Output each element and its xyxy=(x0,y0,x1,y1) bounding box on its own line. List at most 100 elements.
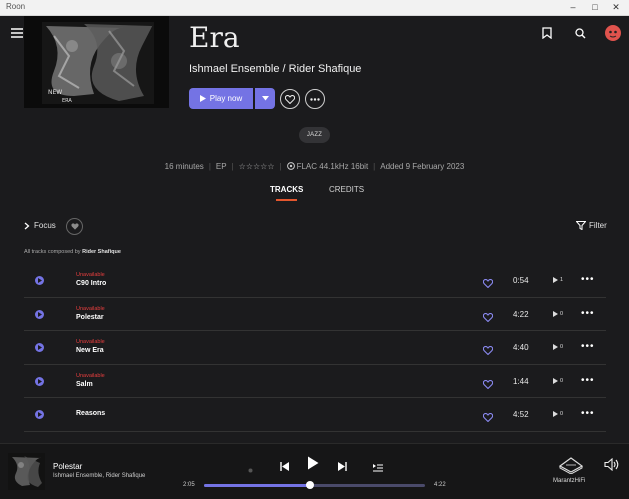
track-play-icon[interactable] xyxy=(35,410,44,419)
track-name[interactable]: Polestar xyxy=(76,314,104,321)
rating-stars[interactable]: ☆☆☆☆☆ xyxy=(239,162,275,171)
play-count-value: 1 xyxy=(560,277,564,283)
now-playing-bar: Polestar Ishmael Ensemble, Rider Shafiqu… xyxy=(0,443,629,499)
track-play-count: 0 xyxy=(553,377,564,384)
filter-label: Filter xyxy=(589,221,607,230)
track-more-icon[interactable]: ••• xyxy=(581,408,595,419)
window-title: Roon xyxy=(6,2,26,11)
play-count-value: 0 xyxy=(560,411,564,417)
favorite-button[interactable] xyxy=(280,89,300,109)
track-name[interactable]: C90 Intro xyxy=(76,280,106,287)
track-play-count: 1 xyxy=(553,277,563,283)
next-track-icon[interactable] xyxy=(338,458,347,476)
filter-icon xyxy=(576,221,586,230)
composed-prefix: All tracks composed by xyxy=(24,249,81,255)
focus-label: Focus xyxy=(34,221,56,230)
focus-favorites-button[interactable] xyxy=(66,218,83,235)
seek-bar[interactable] xyxy=(204,481,425,489)
chevron-right-icon xyxy=(24,222,30,229)
track-heart-icon[interactable] xyxy=(482,409,494,427)
search-icon[interactable] xyxy=(571,24,589,42)
play-options-dropdown[interactable] xyxy=(255,88,275,109)
minimize-icon[interactable]: – xyxy=(566,1,580,14)
ellipsis-icon xyxy=(310,97,320,101)
profile-avatar[interactable] xyxy=(604,24,622,42)
close-icon[interactable]: ✕ xyxy=(609,1,623,14)
play-count-value: 0 xyxy=(560,377,564,384)
now-playing-artist[interactable]: Ishmael Ensemble, Rider Shafique xyxy=(53,473,145,479)
track-play-count: 0 xyxy=(553,411,563,417)
track-heart-icon[interactable] xyxy=(482,275,494,293)
more-options-button[interactable] xyxy=(305,89,325,109)
track-row[interactable]: Unavailable Salm 1:44 0 ••• xyxy=(24,365,606,398)
tab-credits[interactable]: CREDITS xyxy=(329,185,364,194)
signal-path-icon[interactable] xyxy=(286,162,295,172)
track-status: Unavailable xyxy=(76,305,105,312)
current-time: 2:05 xyxy=(183,482,195,488)
seek-bar-progress xyxy=(204,484,311,487)
track-play-icon[interactable] xyxy=(35,276,44,285)
track-duration: 4:40 xyxy=(513,343,529,352)
play-now-button[interactable]: Play now xyxy=(189,88,253,109)
track-more-icon[interactable]: ••• xyxy=(581,341,595,352)
focus-button[interactable]: Focus xyxy=(24,221,56,230)
play-count-value: 0 xyxy=(560,310,564,317)
track-more-icon[interactable]: ••• xyxy=(581,375,595,386)
album-meta: 16 minutes | EP | ☆☆☆☆☆ | FLAC 44.1kHz 16bit | A… xyxy=(164,162,465,172)
composer-name[interactable]: Rider Shafique xyxy=(82,249,121,255)
track-play-count: 0 xyxy=(553,310,564,317)
track-status: Unavailable xyxy=(76,272,105,278)
volume-icon[interactable] xyxy=(604,457,619,476)
track-play-icon[interactable] xyxy=(35,309,44,319)
play-count-icon xyxy=(553,344,558,350)
play-icon xyxy=(199,95,206,102)
tab-tracks[interactable]: TRACKS xyxy=(270,185,303,201)
play-count-icon xyxy=(553,411,558,417)
play-count-icon xyxy=(553,310,558,317)
track-play-icon[interactable] xyxy=(35,343,44,352)
zone-selector-icon[interactable] xyxy=(554,456,588,479)
track-heart-icon[interactable] xyxy=(482,376,494,394)
track-duration: 0:54 xyxy=(513,276,529,285)
track-row[interactable]: Unavailable Polestar 4:22 0 ••• xyxy=(24,298,606,331)
genre-tag[interactable]: JAZZ xyxy=(299,127,330,143)
album-artists[interactable]: Ishmael Ensemble / Rider Shafique xyxy=(189,63,361,75)
zone-name[interactable]: MarantzHiFi xyxy=(553,478,585,484)
track-row[interactable]: Reasons 4:52 0 ••• xyxy=(24,398,606,432)
play-count-value: 0 xyxy=(560,344,564,350)
seek-handle[interactable] xyxy=(306,481,315,489)
heart-icon xyxy=(285,94,295,104)
now-playing-title[interactable]: Polestar xyxy=(53,462,82,471)
chevron-down-icon xyxy=(261,96,269,101)
bookmark-icon[interactable] xyxy=(538,24,556,42)
track-row[interactable]: Unavailable New Era 4:40 0 ••• xyxy=(24,331,606,365)
composed-by-note: All tracks composed by Rider Shafique xyxy=(24,249,121,255)
track-more-icon[interactable]: ••• xyxy=(581,308,595,319)
album-duration: 16 minutes xyxy=(164,162,204,171)
track-heart-icon[interactable] xyxy=(482,342,494,360)
audio-format: FLAC 44.1kHz 16bit xyxy=(296,162,369,171)
track-play-icon[interactable] xyxy=(35,376,44,386)
now-playing-cover[interactable] xyxy=(8,453,45,490)
maximize-icon[interactable]: □ xyxy=(588,1,602,14)
track-name[interactable]: Reasons xyxy=(76,410,105,417)
album-cover[interactable]: NEW ERA xyxy=(24,16,169,108)
cover-text-new: NEW xyxy=(48,89,62,96)
play-count-icon xyxy=(553,377,558,384)
track-more-icon[interactable]: ••• xyxy=(581,274,595,285)
play-count-icon xyxy=(553,277,558,283)
play-now-label: Play now xyxy=(209,94,243,103)
cover-text-era: ERA xyxy=(62,98,72,104)
play-pause-icon[interactable] xyxy=(307,456,319,475)
track-list: Unavailable C90 Intro 0:54 1 ••• Unavail… xyxy=(24,264,606,432)
track-heart-icon[interactable] xyxy=(482,309,494,327)
track-row[interactable]: Unavailable C90 Intro 0:54 1 ••• xyxy=(24,264,606,298)
track-name[interactable]: Salm xyxy=(76,381,93,388)
radio-indicator-icon[interactable] xyxy=(248,460,253,478)
previous-track-icon[interactable] xyxy=(280,458,289,476)
queue-icon[interactable] xyxy=(373,459,383,477)
track-play-count: 0 xyxy=(553,344,563,350)
filter-button[interactable]: Filter xyxy=(576,221,607,230)
track-name[interactable]: New Era xyxy=(76,347,104,354)
heart-icon xyxy=(70,223,79,230)
